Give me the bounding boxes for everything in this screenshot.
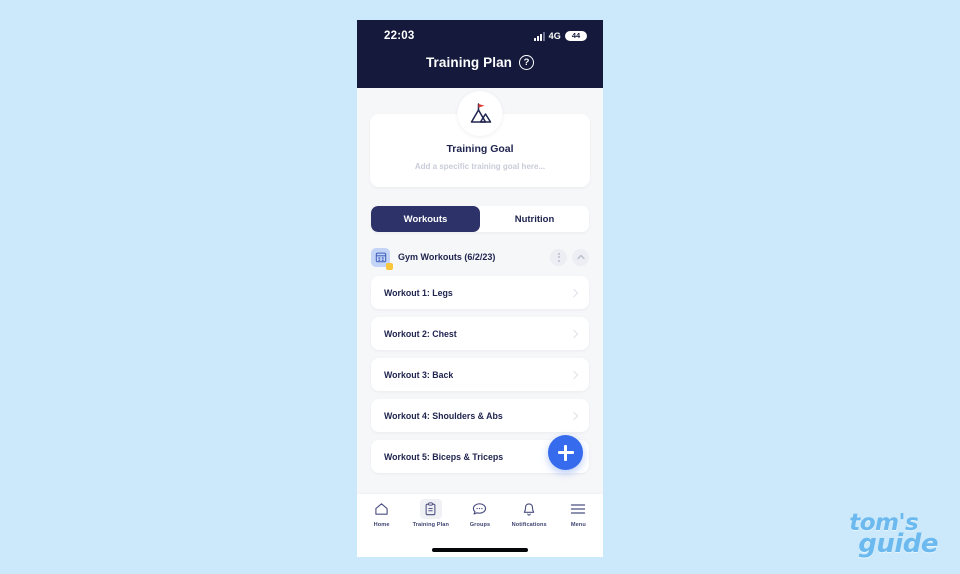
group-status-badge	[386, 262, 393, 270]
battery-icon: 44	[565, 30, 587, 42]
workout-label: Workout 5: Biceps & Triceps	[384, 451, 504, 462]
app-header: 22:03 4G 44 Training Plan ?	[357, 20, 603, 88]
nav-item-menu[interactable]: Menu	[555, 499, 601, 528]
workout-row[interactable]: Workout 2: Chest	[371, 317, 589, 350]
hamburger-menu-icon	[567, 499, 589, 519]
status-bar-clock: 22:03	[384, 30, 415, 42]
workout-label: Workout 3: Back	[384, 369, 454, 380]
nav-label-menu: Menu	[570, 522, 586, 528]
mountain-flag-icon	[457, 91, 503, 136]
tab-nutrition[interactable]: Nutrition	[480, 206, 589, 232]
home-icon	[371, 499, 393, 519]
screen-content: Training Goal Add a specific training go…	[357, 88, 603, 493]
phone-screenshot: 22:03 4G 44 Training Plan ? Training Goa…	[357, 20, 603, 557]
workout-label: Workout 1: Legs	[384, 287, 453, 298]
nav-label-training-plan: Training Plan	[412, 522, 449, 528]
bell-icon	[518, 499, 540, 519]
clipboard-icon	[419, 499, 442, 519]
status-bar: 22:03 4G 44	[357, 20, 603, 46]
chevron-up-icon[interactable]	[572, 248, 589, 266]
nav-item-notifications[interactable]: Notifications	[506, 499, 552, 528]
add-workout-fab[interactable]	[548, 435, 583, 470]
network-type-label: 4G	[548, 31, 561, 41]
workout-group-title: Gym Workouts (6/2/23)	[398, 252, 496, 262]
tab-workouts[interactable]: Workouts	[371, 206, 480, 232]
nav-item-groups[interactable]: Groups	[457, 499, 503, 528]
training-goal-title: Training Goal	[446, 142, 514, 155]
nav-label-home: Home	[373, 522, 390, 528]
chevron-right-icon	[569, 329, 579, 338]
section-tabs: Workouts Nutrition	[371, 206, 589, 232]
workout-row[interactable]: Workout 3: Back	[371, 358, 589, 391]
header-title-row: Training Plan ?	[357, 55, 603, 70]
nav-item-training-plan[interactable]: Training Plan	[408, 499, 454, 528]
toms-guide-watermark: tom's guide	[849, 511, 938, 560]
help-circle-icon[interactable]: ?	[519, 55, 535, 70]
more-vertical-icon[interactable]	[550, 248, 567, 266]
chevron-right-icon	[569, 288, 579, 297]
nav-label-notifications: Notifications	[511, 522, 547, 528]
chevron-right-icon	[569, 411, 579, 420]
training-goal-card[interactable]: Training Goal Add a specific training go…	[370, 91, 590, 187]
plus-icon-vertical	[564, 444, 567, 461]
training-goal-placeholder: Add a specific training goal here...	[414, 161, 546, 171]
signal-bars-icon	[533, 31, 545, 41]
nav-label-groups: Groups	[469, 522, 491, 528]
workout-row[interactable]: Workout 1: Legs	[371, 276, 589, 309]
chat-bubble-icon	[469, 499, 491, 519]
gym-calendar-icon	[371, 247, 393, 270]
nav-item-home[interactable]: Home	[359, 499, 405, 528]
watermark-line-2: guide	[858, 529, 938, 560]
training-goal-section: Training Goal Add a specific training go…	[357, 88, 603, 187]
workout-label: Workout 2: Chest	[384, 328, 457, 339]
workout-row[interactable]: Workout 4: Shoulders & Abs	[371, 399, 589, 432]
workout-group-header: Gym Workouts (6/2/23)	[371, 245, 589, 270]
status-bar-indicators: 4G 44	[533, 30, 587, 42]
home-indicator[interactable]	[432, 548, 528, 552]
page-title: Training Plan	[425, 55, 513, 70]
bottom-navigation: Home Training Plan Groups Notifications …	[357, 493, 603, 543]
chevron-right-icon	[569, 370, 579, 379]
workout-label: Workout 4: Shoulders & Abs	[384, 410, 503, 421]
home-indicator-area	[357, 543, 603, 557]
